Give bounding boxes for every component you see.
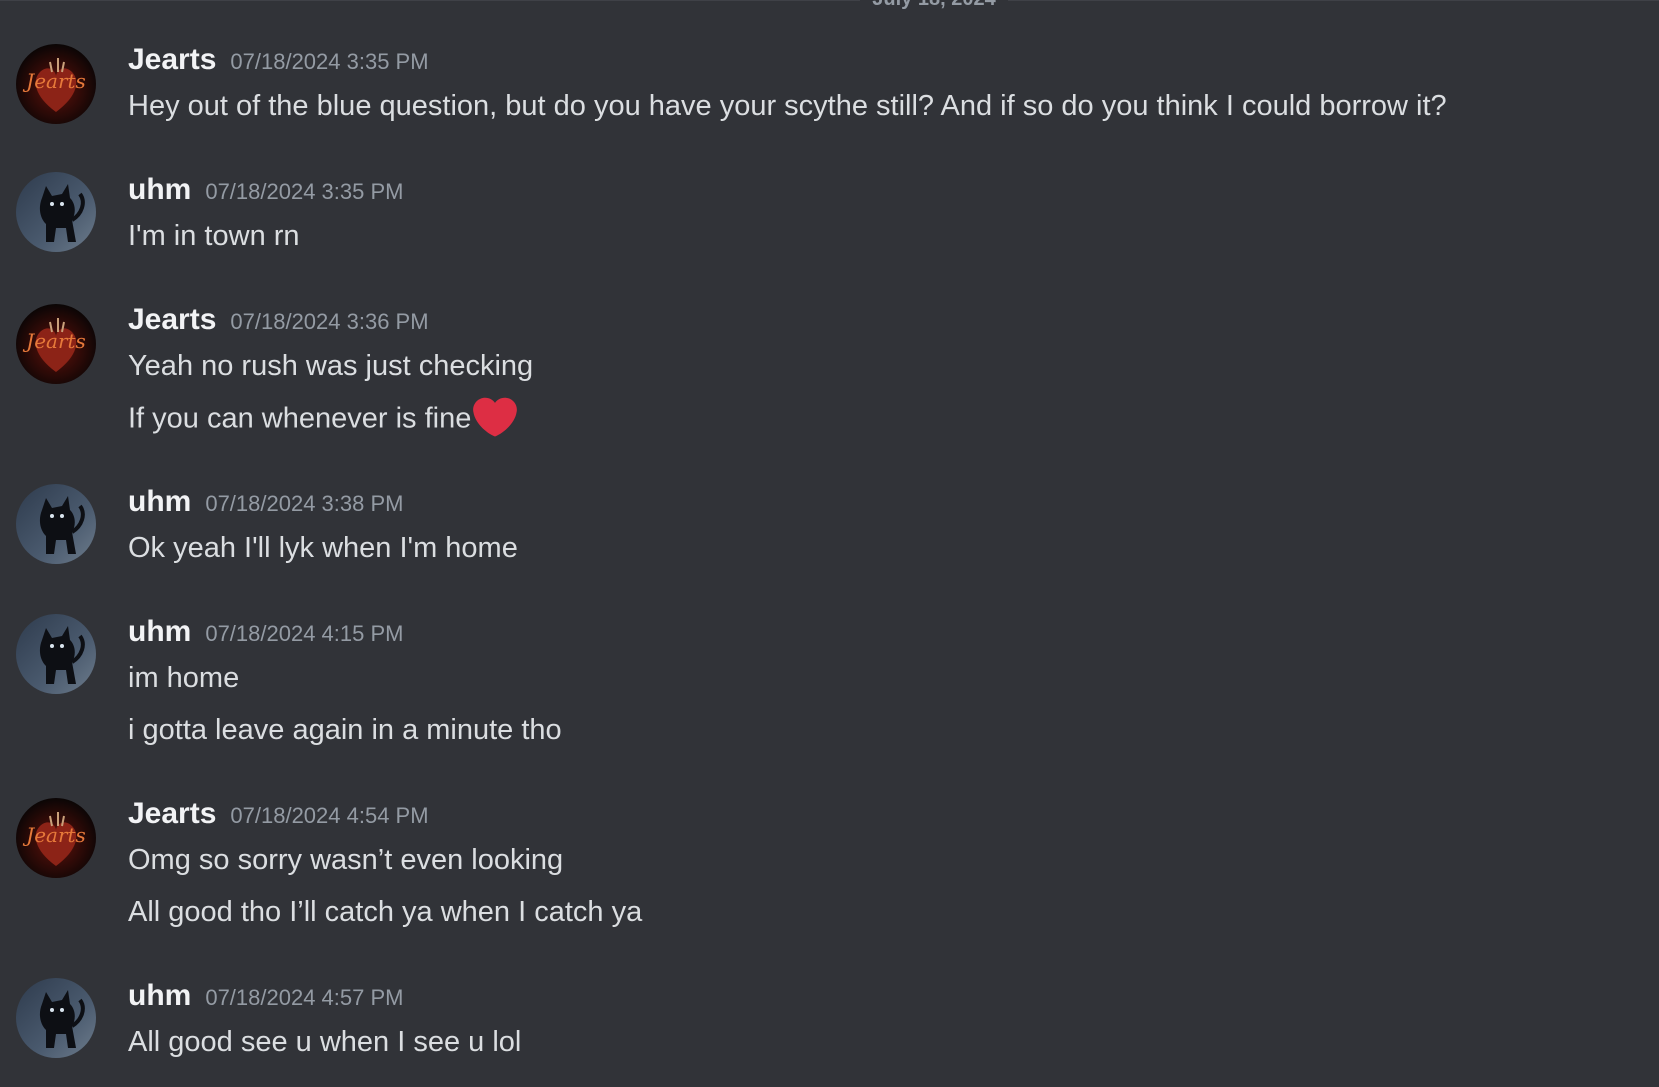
username[interactable]: Jearts	[128, 303, 216, 336]
message-text: If you can whenever is fine	[128, 402, 472, 435]
timestamp: 07/18/2024 4:54 PM	[230, 803, 429, 828]
black-cat-avatar[interactable]	[16, 172, 96, 252]
timestamp: 07/18/2024 3:36 PM	[230, 309, 429, 334]
svg-text:Jearts: Jearts	[22, 823, 86, 847]
black-cat-avatar[interactable]	[16, 978, 96, 1058]
message-group: Jearts Jearts 07/18/2024 4:54 PM Omg so s…	[0, 794, 1659, 934]
message-text: i gotta leave again in a minute tho	[128, 714, 562, 746]
svg-text:Jearts: Jearts	[22, 329, 86, 353]
divider-line	[0, 0, 1659, 1]
message-text: I'm in town rn	[128, 220, 300, 252]
date-divider: July 18, 2024	[0, 0, 1659, 16]
timestamp: 07/18/2024 3:35 PM	[230, 49, 429, 74]
timestamp: 07/18/2024 3:35 PM	[205, 179, 404, 204]
username[interactable]: uhm	[128, 615, 191, 648]
message-group: uhm 07/18/2024 4:57 PM All good see u whe…	[0, 976, 1659, 1076]
message-header: uhm 07/18/2024 3:35 PM	[128, 170, 403, 210]
message-header: uhm 07/18/2024 4:15 PM	[128, 612, 403, 652]
username[interactable]: Jearts	[128, 43, 216, 76]
jearts-heart-avatar[interactable]: Jearts	[16, 798, 96, 878]
username[interactable]: uhm	[128, 485, 191, 518]
svg-text:Jearts: Jearts	[22, 69, 86, 93]
message-header: uhm 07/18/2024 3:38 PM	[128, 482, 403, 522]
timestamp: 07/18/2024 4:57 PM	[205, 985, 404, 1010]
message-text: Yeah no rush was just checking	[128, 350, 534, 382]
red-heart-emoji	[473, 397, 518, 437]
message-group: uhm 07/18/2024 3:38 PM Ok yeah I'll lyk w…	[0, 482, 1659, 582]
message-group: Jearts Jearts 07/18/2024 3:36 PM Yeah no …	[0, 300, 1659, 440]
message-group: uhm 07/18/2024 3:35 PM I'm in town rn	[0, 170, 1659, 270]
message-text: Omg so sorry wasn’t even looking	[128, 844, 564, 876]
message-text: Hey out of the blue question, but do you…	[128, 90, 1447, 122]
message-text: All good tho I’ll catch ya when I catch …	[128, 896, 643, 928]
jearts-heart-avatar[interactable]: Jearts	[16, 304, 96, 384]
black-cat-avatar[interactable]	[16, 484, 96, 564]
message-text: All good see u when I see u lol	[128, 1026, 522, 1058]
jearts-heart-avatar[interactable]: Jearts	[16, 44, 96, 124]
black-cat-avatar[interactable]	[16, 614, 96, 694]
message-header: Jearts 07/18/2024 3:35 PM	[128, 40, 429, 80]
username[interactable]: uhm	[128, 979, 191, 1012]
message-group: uhm 07/18/2024 4:15 PM im home i gotta le…	[0, 612, 1659, 752]
timestamp: 07/18/2024 4:15 PM	[205, 621, 404, 646]
message-group: Jearts Jearts 07/18/2024 3:35 PM Hey out …	[0, 40, 1659, 140]
message-text: Ok yeah I'll lyk when I'm home	[128, 532, 518, 564]
username[interactable]: uhm	[128, 173, 191, 206]
message-header: Jearts 07/18/2024 3:36 PM	[128, 300, 429, 340]
timestamp: 07/18/2024 3:38 PM	[205, 491, 404, 516]
message-header: Jearts 07/18/2024 4:54 PM	[128, 794, 429, 834]
username[interactable]: Jearts	[128, 797, 216, 830]
message-text: im home	[128, 662, 240, 694]
date-divider-label: July 18, 2024	[860, 0, 1008, 11]
message-header: uhm 07/18/2024 4:57 PM	[128, 976, 403, 1016]
message-text-line: If you can whenever is fine	[128, 397, 518, 442]
